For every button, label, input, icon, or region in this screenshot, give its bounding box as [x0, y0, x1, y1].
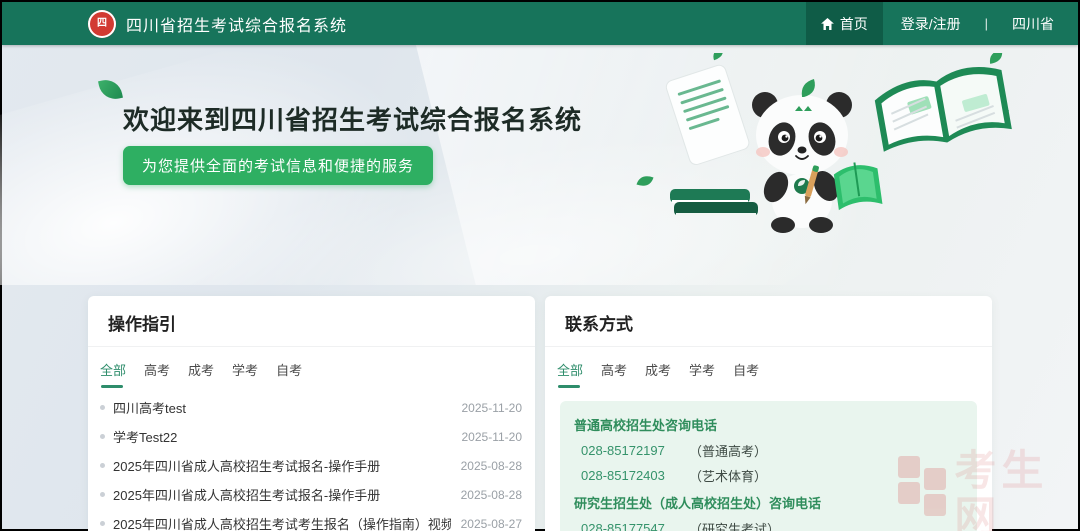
contact-card-title: 联系方式: [545, 296, 992, 347]
contact-group2-entries: 028-85177547 （研究生考试） 028-85177943 （成人高考）…: [574, 516, 963, 531]
guide-tab[interactable]: 成考: [188, 360, 214, 388]
guide-item-title: 2025年四川省成人高校招生考试报名-操作手册: [113, 485, 451, 504]
bullet-icon: [100, 434, 105, 439]
guide-item-title: 学考Test22: [113, 427, 452, 446]
guide-tabs: 全部高考成考学考自考: [88, 347, 535, 388]
contact-label: （艺术体育）: [689, 466, 767, 485]
guide-card-title: 操作指引: [88, 296, 535, 347]
panda-mascot-illustration: [612, 53, 1012, 238]
site-title: 四川省招生考试综合报名系统: [126, 12, 347, 36]
nav-home-label: 首页: [840, 14, 868, 34]
guide-item-date: 2025-08-27: [461, 517, 522, 531]
guide-item-date: 2025-08-28: [461, 459, 522, 473]
contact-phone: 028-85177547: [581, 521, 689, 531]
contact-group2-header: 研究生招生处（成人高校招生处）咨询电话: [574, 488, 963, 516]
open-book: [870, 53, 1012, 154]
green-book: [833, 159, 883, 210]
contact-label: （研究生考试）: [689, 519, 780, 531]
hero-title: 欢迎来到四川省招生考试综合报名系统: [123, 100, 582, 137]
guide-tab[interactable]: 学考: [232, 360, 258, 388]
contact-tab[interactable]: 成考: [645, 360, 671, 388]
floating-paper: [660, 53, 755, 166]
guide-item-date: 2025-11-20: [462, 401, 523, 415]
nav-login-register[interactable]: 登录/注册: [883, 2, 979, 45]
contact-tab[interactable]: 学考: [689, 360, 715, 388]
bullet-icon: [100, 521, 105, 526]
page: 四 四川省招生考试综合报名系统 首页 登录/注册 | 四川省 欢迎来到四川省招生…: [0, 0, 1080, 531]
contact-entry: 028-85177547 （研究生考试）: [574, 516, 963, 531]
contact-card: 联系方式 全部高考成考学考自考 普通高校招生处咨询电话 028-85172197…: [545, 296, 992, 531]
bullet-icon: [100, 492, 105, 497]
guide-item-title: 2025年四川省成人高校招生考试报名-操作手册: [113, 456, 451, 475]
home-icon: [821, 18, 834, 30]
contact-phone: 028-85172197: [581, 443, 689, 458]
guide-list-item[interactable]: 2025年四川省成人高校招生考试报名-操作手册 2025-08-28: [100, 480, 522, 509]
guide-card: 操作指引 全部高考成考学考自考 四川高考test 2025-11-20 学考Te…: [88, 296, 535, 531]
contact-tab[interactable]: 高考: [601, 360, 627, 388]
hero-banner: 欢迎来到四川省招生考试综合报名系统 为您提供全面的考试信息和便捷的服务: [0, 45, 1080, 285]
contact-tab[interactable]: 全部: [557, 360, 583, 388]
guide-tab[interactable]: 自考: [276, 360, 302, 388]
site-logo-glyph: 四: [97, 19, 107, 29]
hero-tagline-button[interactable]: 为您提供全面的考试信息和便捷的服务: [123, 146, 433, 185]
panda: [752, 79, 882, 233]
contact-label: （普通高考）: [689, 441, 767, 460]
guide-list: 四川高考test 2025-11-20 学考Test22 2025-11-20 …: [88, 388, 535, 531]
guide-item-date: 2025-08-28: [461, 488, 522, 502]
header-nav: 首页 登录/注册 | 四川省: [806, 2, 1078, 45]
contact-entry: 028-85172197 （普通高考）: [574, 438, 963, 463]
nav-home[interactable]: 首页: [806, 2, 883, 45]
stacked-books: [670, 189, 758, 216]
bullet-icon: [100, 463, 105, 468]
bullet-icon: [100, 405, 105, 410]
top-header: 四 四川省招生考试综合报名系统 首页 登录/注册 | 四川省: [2, 2, 1078, 45]
guide-list-item[interactable]: 2025年四川省成人高校招生考试考生报名（操作指南）视频 2025-08-27: [100, 509, 522, 531]
contact-group1-entries: 028-85172197 （普通高考） 028-85172403 （艺术体育）: [574, 438, 963, 488]
guide-list-item[interactable]: 学考Test22 2025-11-20: [100, 422, 522, 451]
guide-item-date: 2025-11-20: [462, 430, 523, 444]
guide-list-item[interactable]: 四川高考test 2025-11-20: [100, 393, 522, 422]
contact-tabs: 全部高考成考学考自考: [545, 347, 992, 388]
guide-tab[interactable]: 高考: [144, 360, 170, 388]
contact-tab[interactable]: 自考: [733, 360, 759, 388]
guide-item-title: 2025年四川省成人高校招生考试考生报名（操作指南）视频: [113, 514, 451, 531]
guide-list-item[interactable]: 2025年四川省成人高校招生考试报名-操作手册 2025-08-28: [100, 451, 522, 480]
guide-item-title: 四川高考test: [113, 398, 452, 417]
contact-group1-header: 普通高校招生处咨询电话: [574, 410, 963, 438]
contact-phone: 028-85172403: [581, 468, 689, 483]
content-cards: 操作指引 全部高考成考学考自考 四川高考test 2025-11-20 学考Te…: [88, 296, 993, 531]
nav-separator: |: [979, 16, 994, 31]
contact-panel: 普通高校招生处咨询电话 028-85172197 （普通高考） 028-8517…: [560, 401, 977, 531]
nav-region-selector[interactable]: 四川省: [994, 2, 1078, 45]
site-logo-icon: 四: [88, 10, 116, 38]
contact-entry: 028-85172403 （艺术体育）: [574, 463, 963, 488]
guide-tab[interactable]: 全部: [100, 360, 126, 388]
